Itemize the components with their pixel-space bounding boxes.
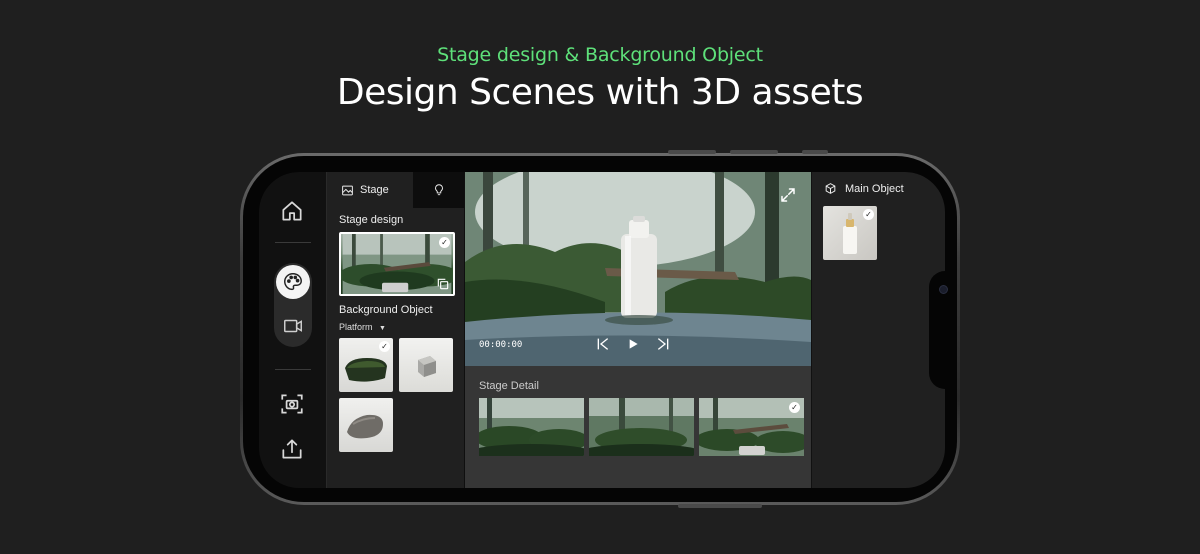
toolbar-divider xyxy=(275,242,311,243)
share-icon[interactable] xyxy=(279,436,305,462)
phone-silent-switch xyxy=(802,150,828,154)
lightbulb-icon xyxy=(434,184,443,196)
home-icon[interactable] xyxy=(279,198,305,224)
front-camera-icon xyxy=(939,285,948,294)
stage-detail-image xyxy=(479,398,584,456)
stage-panel: Stage Stage design ✓ Background Object P… xyxy=(327,172,465,488)
stage-tabs: Stage xyxy=(327,172,464,208)
tab-stage[interactable]: Stage xyxy=(327,172,413,208)
image-icon xyxy=(342,185,353,195)
stage-detail-thumbnail[interactable] xyxy=(479,398,584,456)
stage-detail-thumbnail[interactable] xyxy=(589,398,694,456)
video-icon[interactable] xyxy=(282,315,304,337)
selected-check-icon: ✓ xyxy=(863,209,874,220)
phone-power-button xyxy=(678,504,762,508)
main-object-header: Main Object xyxy=(824,182,904,195)
background-object-moss-platform[interactable]: ✓ xyxy=(339,338,393,392)
stage-design-thumbnail[interactable]: ✓ xyxy=(339,232,455,296)
screenshot-icon[interactable] xyxy=(279,391,305,417)
timecode: 00:00:00 xyxy=(479,340,523,350)
main-object-label: Main Object xyxy=(845,182,904,195)
stage-detail-thumbnail[interactable]: ✓ xyxy=(699,398,804,456)
hero-subtitle: Stage design & Background Object xyxy=(437,44,763,66)
palette-mode-button[interactable] xyxy=(276,265,310,299)
toolbar-divider xyxy=(275,369,311,370)
stage-design-label: Stage design xyxy=(339,214,404,226)
mode-toggle[interactable] xyxy=(274,263,312,347)
skip-forward-icon[interactable] xyxy=(655,336,671,352)
background-object-label: Background Object xyxy=(339,304,433,316)
stone-cube-image xyxy=(418,356,436,377)
background-object-rock[interactable] xyxy=(339,398,393,452)
main-object-bottle-thumbnail[interactable]: ✓ xyxy=(823,206,877,260)
phone-camera-notch xyxy=(929,271,957,389)
3d-viewport[interactable]: 00:00:00 xyxy=(465,172,811,366)
stage-detail-label: Stage Detail xyxy=(479,380,539,392)
selected-check-icon: ✓ xyxy=(439,237,450,248)
tab-lighting[interactable] xyxy=(413,172,464,208)
play-icon[interactable] xyxy=(625,336,641,352)
stage-detail-image xyxy=(589,398,694,456)
hero-title: Design Scenes with 3D assets xyxy=(336,72,864,113)
background-object-stone-cube[interactable] xyxy=(399,338,453,392)
platform-dropdown-value: Platform xyxy=(339,322,373,332)
expand-icon[interactable] xyxy=(779,186,797,204)
phone-device: Stage Stage design ✓ Background Object P… xyxy=(240,150,960,508)
playback-controls xyxy=(595,336,671,352)
phone-volume-button xyxy=(730,150,778,154)
tab-stage-label: Stage xyxy=(360,184,389,196)
selected-check-icon: ✓ xyxy=(789,402,800,413)
selected-check-icon: ✓ xyxy=(379,341,390,352)
caret-down-icon: ▼ xyxy=(379,325,386,332)
phone-volume-button xyxy=(668,150,716,154)
cube-icon xyxy=(825,183,836,194)
main-object-panel: Main Object ✓ xyxy=(811,172,945,488)
duplicate-icon[interactable] xyxy=(436,277,450,291)
app-screen: Stage Stage design ✓ Background Object P… xyxy=(259,172,945,488)
palette-icon xyxy=(284,273,302,291)
rock-image xyxy=(347,414,383,439)
skip-back-icon[interactable] xyxy=(595,336,611,352)
viewport-column: 00:00:00 Stage Detail ✓ xyxy=(465,172,811,488)
left-toolbar xyxy=(259,172,327,488)
platform-dropdown[interactable]: Platform ▼ xyxy=(339,322,386,332)
